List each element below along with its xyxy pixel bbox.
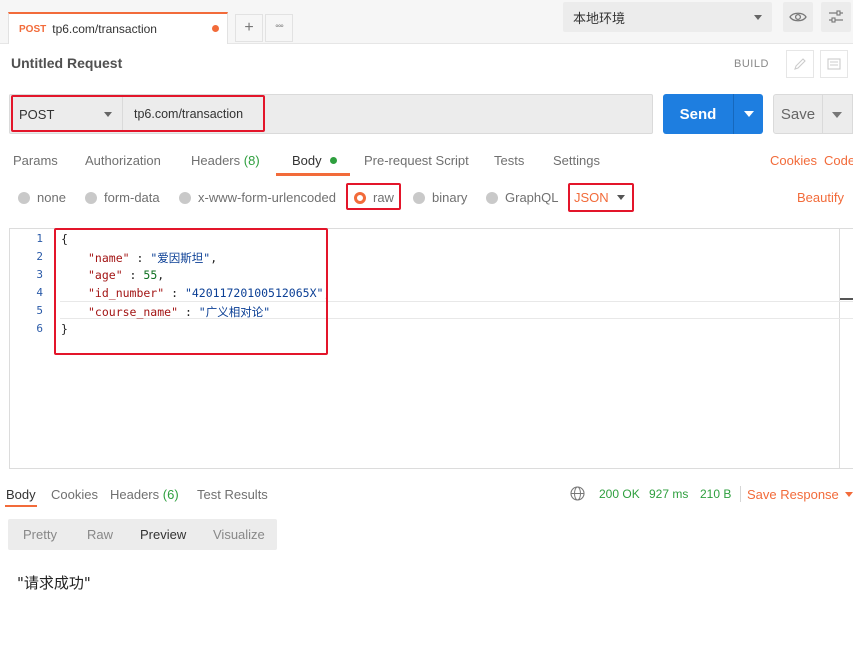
eye-icon — [789, 12, 807, 22]
chevron-down-icon — [832, 112, 842, 118]
response-tab-headers-count: (6) — [162, 487, 179, 502]
save-response-button[interactable]: Save Response — [747, 487, 853, 502]
tab-tests[interactable]: Tests — [494, 153, 524, 168]
highlight-box-raw — [346, 183, 401, 210]
pencil-icon — [794, 58, 806, 70]
tab-body-label: Body — [292, 153, 322, 168]
editor-scrollbar[interactable] — [840, 228, 853, 469]
response-tab-test-results[interactable]: Test Results — [197, 487, 268, 502]
highlight-box-json — [568, 183, 634, 212]
response-body-text: "请求成功" — [17, 574, 91, 592]
request-title[interactable]: Untitled Request — [11, 55, 122, 71]
tab-body[interactable]: Body — [292, 153, 338, 168]
tab-settings[interactable]: Settings — [553, 153, 600, 168]
globe-icon[interactable] — [570, 486, 585, 504]
response-size[interactable]: 210 B — [700, 487, 731, 501]
request-tab-url: tp6.com/transaction — [52, 22, 157, 36]
scroll-marker — [840, 298, 853, 300]
ellipsis-icon: °°° — [275, 23, 284, 33]
radio-binary-icon — [413, 191, 425, 204]
radio-none-label: none — [37, 190, 66, 205]
radio-graphql-icon — [486, 191, 498, 204]
tab-params[interactable]: Params — [13, 153, 58, 168]
sliders-icon — [829, 10, 843, 23]
send-options-button[interactable] — [733, 94, 763, 134]
radio-none-icon — [18, 191, 30, 204]
view-pretty[interactable]: Pretty — [23, 527, 57, 542]
radio-urlencoded-label: x-www-form-urlencoded — [198, 190, 336, 205]
environment-label: 本地环境 — [573, 10, 626, 26]
active-tab-indicator — [276, 173, 350, 176]
request-tab-method: POST — [19, 23, 47, 35]
line-number: 5 — [36, 304, 43, 317]
manage-environments-button[interactable] — [821, 2, 851, 32]
save-response-label: Save Response — [747, 487, 839, 502]
line-number: 4 — [36, 286, 43, 299]
plus-icon: + — [244, 19, 254, 36]
save-button[interactable]: Save — [773, 94, 823, 134]
line-number: 6 — [36, 322, 43, 335]
line-number: 3 — [36, 268, 43, 281]
edit-button[interactable] — [786, 50, 814, 78]
chevron-down-icon — [754, 15, 762, 20]
highlight-box-body — [54, 228, 328, 355]
response-tab-body[interactable]: Body — [6, 487, 36, 502]
chevron-down-icon — [744, 111, 754, 117]
cookies-link[interactable]: Cookies — [770, 153, 817, 168]
radio-binary[interactable]: binary — [413, 190, 467, 205]
radio-urlencoded-icon — [179, 191, 191, 204]
radio-form-data-icon — [85, 191, 97, 204]
line-number: 2 — [36, 250, 43, 263]
radio-graphql-label: GraphQL — [505, 190, 559, 205]
document-icon — [827, 58, 841, 70]
tab-authorization[interactable]: Authorization — [85, 153, 161, 168]
view-visualize[interactable]: Visualize — [213, 527, 265, 542]
line-number: 1 — [36, 232, 43, 245]
response-active-tab-indicator — [5, 505, 37, 507]
radio-form-data-label: form-data — [104, 190, 160, 205]
request-tab[interactable]: POST tp6.com/transaction — [8, 12, 228, 44]
environment-select[interactable]: 本地环境 — [563, 2, 772, 32]
chevron-down-icon — [844, 492, 853, 497]
active-dot-icon — [330, 157, 338, 164]
view-preview[interactable]: Preview — [140, 527, 186, 542]
radio-urlencoded[interactable]: x-www-form-urlencoded — [179, 190, 336, 205]
divider — [740, 486, 741, 502]
build-label: BUILD — [734, 58, 769, 70]
send-button[interactable]: Send — [663, 94, 733, 134]
beautify-link[interactable]: Beautify — [797, 190, 844, 205]
response-status[interactable]: 200 OK — [599, 487, 640, 501]
response-tab-cookies[interactable]: Cookies — [51, 487, 98, 502]
documentation-button[interactable] — [820, 50, 848, 78]
tab-prerequest-script[interactable]: Pre-request Script — [364, 153, 469, 168]
view-raw[interactable]: Raw — [87, 527, 113, 542]
radio-graphql[interactable]: GraphQL — [486, 190, 558, 205]
radio-none[interactable]: none — [18, 190, 66, 205]
unsaved-dot-icon — [212, 25, 219, 32]
save-options-button[interactable] — [823, 94, 853, 134]
more-tabs-button[interactable]: °°° — [265, 14, 293, 42]
globe-svg — [570, 486, 585, 501]
tab-headers-count: (8) — [243, 153, 260, 168]
new-tab-button[interactable]: + — [235, 14, 263, 42]
code-link[interactable]: Code — [824, 153, 853, 168]
response-tab-headers-label: Headers — [110, 487, 160, 502]
response-tab-headers[interactable]: Headers (6) — [110, 487, 179, 502]
tab-headers[interactable]: Headers (8) — [191, 153, 260, 168]
radio-form-data[interactable]: form-data — [85, 190, 160, 205]
tab-headers-label: Headers — [191, 153, 241, 168]
radio-binary-label: binary — [432, 190, 468, 205]
environment-quick-look-button[interactable] — [783, 2, 813, 32]
highlight-box-url — [11, 95, 265, 132]
response-time[interactable]: 927 ms — [649, 487, 688, 501]
